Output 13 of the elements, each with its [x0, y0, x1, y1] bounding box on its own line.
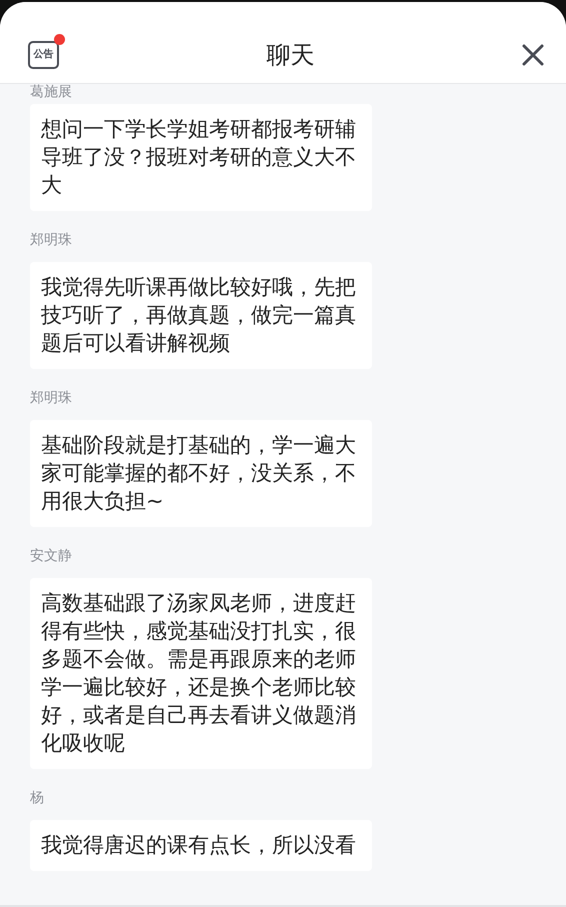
message-bubble: 基础阶段就是打基础的，学一遍大家可能掌握的都不好，没关系，不用很大负担~	[30, 420, 372, 527]
window-title: 聊天	[266, 40, 314, 70]
message-bubble: 我觉得唐迟的课有点长，所以没看	[30, 820, 372, 871]
sender-name: 郑明珠	[30, 231, 72, 249]
notice-button[interactable]: 公告	[28, 40, 59, 68]
message-bubble: 我觉得先听课再做比较好哦，先把技巧听了，再做真题，做完一篇真题后可以看讲解视频	[30, 262, 372, 369]
message-bubble: 高数基础跟了汤家凤老师，进度赶得有些快，感觉基础没打扎实，很多题不会做。需是再跟原来的老师学一遍比较好，还是换个老师比较好，或者是自己再去看讲义做题消化吸收呢	[30, 578, 372, 769]
sender-name: 葛施展	[30, 83, 72, 101]
message-bubble: 想问一下学长学姐考研都报考研辅导班了没？报班对考研的意义大不大	[30, 104, 372, 211]
sender-name: 杨	[30, 789, 44, 807]
sender-name: 安文静	[30, 547, 72, 565]
sender-name: 郑明珠	[30, 389, 72, 407]
close-icon[interactable]	[522, 44, 544, 66]
